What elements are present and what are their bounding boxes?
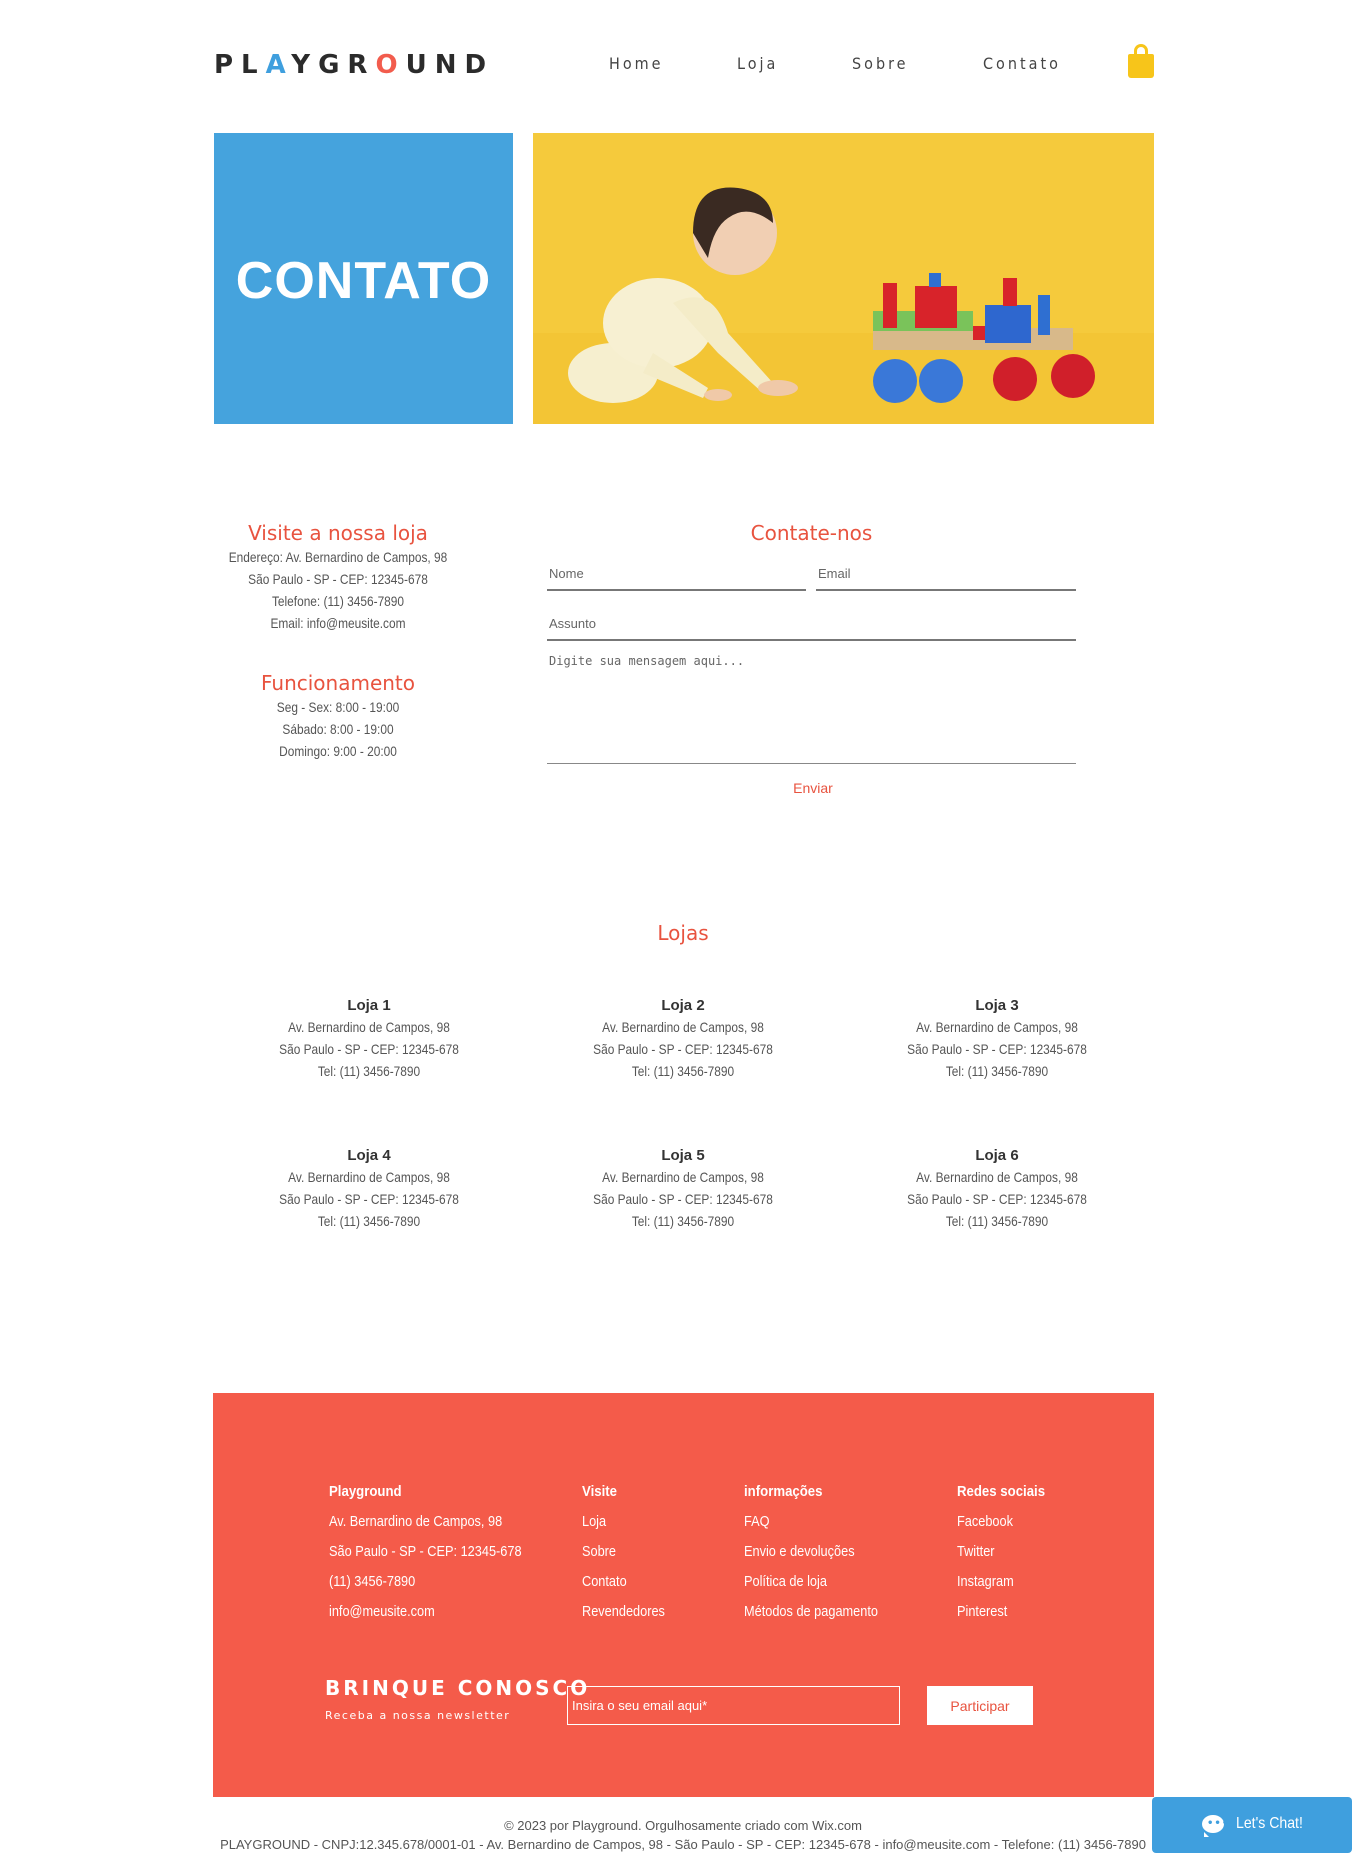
hero-banner: CONTATO: [214, 133, 513, 424]
store-name: Loja 1: [347, 997, 391, 1014]
store-card: Loja 4 Av. Bernardino de Campos, 98 São …: [259, 1147, 479, 1235]
footer-link-envio[interactable]: Envio e devoluções: [744, 1543, 855, 1560]
visit-phone: Telefone: (11) 3456-7890: [271, 593, 405, 609]
store-card: Loja 1 Av. Bernardino de Campos, 98 São …: [259, 997, 479, 1085]
store-phone: Tel: (11) 3456-7890: [631, 1063, 735, 1079]
newsletter-email-input[interactable]: [567, 1686, 900, 1725]
store-card: Loja 2 Av. Bernardino de Campos, 98 São …: [573, 997, 793, 1085]
footer-info-title: informações: [744, 1483, 823, 1500]
store-phone: Tel: (11) 3456-7890: [945, 1063, 1049, 1079]
store-city: São Paulo - SP - CEP: 12345-678: [279, 1041, 459, 1057]
store-city: São Paulo - SP - CEP: 12345-678: [279, 1191, 459, 1207]
footer-link-twitter[interactable]: Twitter: [957, 1543, 995, 1560]
chat-dots: •••: [1207, 1818, 1230, 1829]
footer-link-sobre[interactable]: Sobre: [582, 1543, 616, 1560]
baby-with-toy-train-illustration: [533, 133, 1154, 424]
name-field[interactable]: [547, 558, 806, 591]
store-address: Av. Bernardino de Campos, 98: [288, 1019, 450, 1035]
newsletter-submit-button[interactable]: Participar: [927, 1686, 1033, 1725]
store-phone: Tel: (11) 3456-7890: [945, 1213, 1049, 1229]
store-name: Loja 4: [347, 1147, 391, 1164]
store-card: Loja 5 Av. Bernardino de Campos, 98 São …: [573, 1147, 793, 1235]
footer-social-title: Redes sociais: [957, 1483, 1046, 1500]
newsletter-title: BRINQUE CONOSCO: [325, 1676, 591, 1700]
store-address: Av. Bernardino de Campos, 98: [916, 1169, 1078, 1185]
newsletter-subtitle: Receba a nossa newsletter: [325, 1709, 511, 1722]
hours-saturday: Sábado: 8:00 - 19:00: [282, 721, 394, 737]
stores-title: Lojas: [657, 921, 709, 945]
logo-part: UND: [405, 50, 495, 80]
visit-email: Email: info@meusite.com: [270, 615, 406, 631]
footer-city: São Paulo - SP - CEP: 12345-678: [329, 1543, 522, 1560]
store-phone: Tel: (11) 3456-7890: [631, 1213, 735, 1229]
subject-field[interactable]: [547, 608, 1076, 641]
store-address: Av. Bernardino de Campos, 98: [916, 1019, 1078, 1035]
store-name: Loja 5: [661, 1147, 705, 1164]
logo-part: YGR: [291, 50, 376, 80]
site-logo[interactable]: PLAYGROUND: [214, 50, 494, 80]
footer-visit-title: Visite: [582, 1483, 617, 1500]
hours-sunday: Domingo: 9:00 - 20:00: [279, 743, 397, 759]
footer-email: info@meusite.com: [329, 1603, 435, 1620]
chat-widget-button[interactable]: ••• Let's Chat!: [1152, 1797, 1352, 1853]
footer-address: Av. Bernardino de Campos, 98: [329, 1513, 503, 1530]
store-city: São Paulo - SP - CEP: 12345-678: [593, 1191, 773, 1207]
footer-link-instagram[interactable]: Instagram: [957, 1573, 1014, 1590]
store-address: Av. Bernardino de Campos, 98: [288, 1169, 450, 1185]
store-city: São Paulo - SP - CEP: 12345-678: [907, 1041, 1087, 1057]
footer-link-faq[interactable]: FAQ: [744, 1513, 770, 1530]
store-name: Loja 2: [661, 997, 705, 1014]
email-field[interactable]: [816, 558, 1076, 591]
send-button[interactable]: Enviar: [760, 778, 866, 798]
store-name: Loja 6: [975, 1147, 1019, 1164]
message-field[interactable]: [547, 648, 1076, 764]
logo-letter-a: A: [265, 50, 292, 80]
bag-body: [1128, 54, 1154, 78]
chat-label: Let's Chat!: [1236, 1815, 1303, 1832]
footer-link-loja[interactable]: Loja: [582, 1513, 606, 1530]
footer-link-pinterest[interactable]: Pinterest: [957, 1603, 1007, 1620]
store-card: Loja 3 Av. Bernardino de Campos, 98 São …: [887, 997, 1107, 1085]
footer-phone: (11) 3456-7890: [329, 1573, 416, 1590]
store-name: Loja 3: [975, 997, 1019, 1014]
store-city: São Paulo - SP - CEP: 12345-678: [907, 1191, 1087, 1207]
logo-part: PL: [214, 50, 266, 80]
footer-link-facebook[interactable]: Facebook: [957, 1513, 1013, 1530]
logo-letter-o: O: [375, 50, 406, 80]
store-city: São Paulo - SP - CEP: 12345-678: [593, 1041, 773, 1057]
footer-link-politica[interactable]: Política de loja: [744, 1573, 827, 1590]
store-address: Av. Bernardino de Campos, 98: [602, 1019, 764, 1035]
nav-sobre[interactable]: Sobre: [852, 54, 909, 73]
page-title: CONTATO: [235, 252, 492, 310]
visit-address: Endereço: Av. Bernardino de Campos, 98: [228, 549, 448, 565]
nav-contato[interactable]: Contato: [983, 54, 1061, 73]
visit-city: São Paulo - SP - CEP: 12345-678: [248, 571, 428, 587]
form-title: Contate-nos: [750, 521, 873, 545]
footer-company-title: Playground: [329, 1483, 402, 1500]
footer-link-pagamento[interactable]: Métodos de pagamento: [744, 1603, 878, 1620]
nav-home[interactable]: Home: [609, 54, 664, 73]
hero-image: [533, 133, 1154, 424]
store-address: Av. Bernardino de Campos, 98: [602, 1169, 764, 1185]
store-card: Loja 6 Av. Bernardino de Campos, 98 São …: [887, 1147, 1107, 1235]
footer: Playground Av. Bernardino de Campos, 98 …: [213, 1393, 1154, 1797]
footer-link-contato[interactable]: Contato: [582, 1573, 627, 1590]
hours-weekdays: Seg - Sex: 8:00 - 19:00: [276, 699, 400, 715]
shopping-bag-icon[interactable]: [1128, 44, 1154, 78]
hours-title: Funcionamento: [260, 671, 416, 695]
footer-link-revendedores[interactable]: Revendedores: [582, 1603, 665, 1620]
store-phone: Tel: (11) 3456-7890: [317, 1063, 421, 1079]
nav-loja[interactable]: Loja: [737, 54, 778, 73]
visit-title: Visite a nossa loja: [248, 521, 428, 545]
store-phone: Tel: (11) 3456-7890: [317, 1213, 421, 1229]
